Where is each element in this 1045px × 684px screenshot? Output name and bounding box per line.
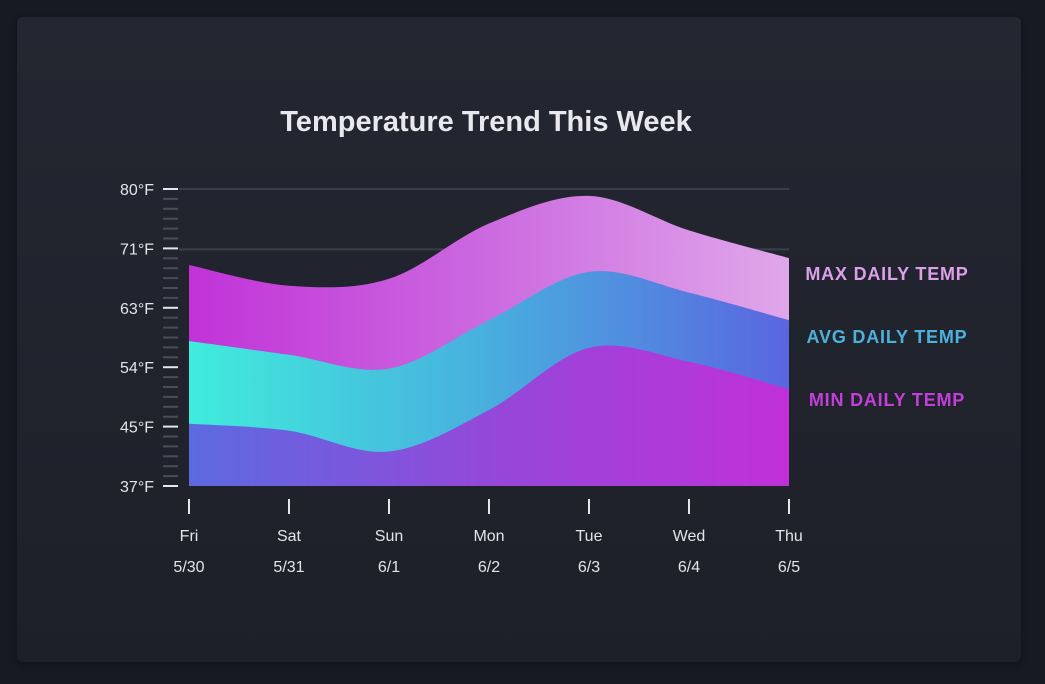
x-tick-label-day: Mon — [473, 528, 504, 545]
x-tick-label-date: 6/2 — [478, 559, 500, 576]
y-tick-label: 80°F — [120, 182, 154, 199]
legend-max-temp: MAX DAILY TEMP — [805, 264, 968, 284]
x-tick-label-date: 6/3 — [578, 559, 600, 576]
y-axis: 80°F 71°F 63°F 54°F 45°F 37°F — [120, 182, 178, 496]
x-axis: Fri 5/30 Sat 5/31 Sun 6/1 Mon 6/2 Tue 6/3 Wed 6/4 Th… — [173, 499, 803, 576]
series-labels: MAX DAILY TEMP AVG DAILY TEMP MIN DAILY TE… — [805, 264, 968, 410]
y-tick-label: 37°F — [120, 479, 154, 496]
x-tick-label-date: 5/30 — [173, 559, 204, 576]
chart-title: Temperature Trend This Week — [280, 106, 692, 138]
x-tick-label-date: 5/31 — [273, 559, 304, 576]
temperature-chart: Temperature Trend This Week 80°F 71°F 63°F… — [120, 106, 968, 576]
legend-min-temp: MIN DAILY TEMP — [809, 390, 965, 410]
x-tick-label-day: Wed — [673, 528, 706, 545]
x-tick-label-date: 6/5 — [778, 559, 800, 576]
x-tick-label-day: Fri — [180, 528, 199, 545]
x-tick-label-day: Sat — [277, 528, 302, 545]
y-tick-label: 63°F — [120, 301, 154, 318]
series-areas — [189, 195, 789, 486]
legend-avg-temp: AVG DAILY TEMP — [807, 327, 968, 347]
x-tick-label-day: Sun — [375, 528, 403, 545]
x-tick-label-date: 6/4 — [678, 559, 700, 576]
x-tick-label-day: Tue — [576, 528, 603, 545]
y-tick-label: 45°F — [120, 420, 154, 437]
y-tick-label: 71°F — [120, 241, 154, 258]
y-tick-label: 54°F — [120, 360, 154, 377]
x-tick-label-day: Thu — [775, 528, 803, 545]
x-tick-label-date: 6/1 — [378, 559, 400, 576]
